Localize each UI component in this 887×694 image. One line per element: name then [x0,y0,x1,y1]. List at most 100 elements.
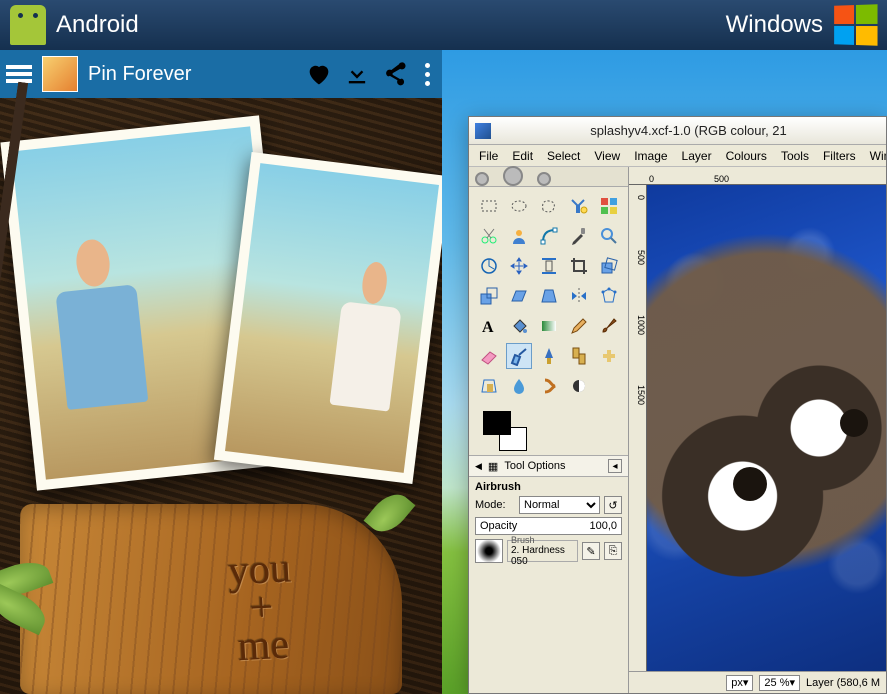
gimp-statusbar: px ▾ 25 % ▾ Layer (580,6 M [629,671,886,693]
brush-section-label: Brush [511,535,574,545]
ruler-tick: 1000 [629,315,646,335]
perspective-tool[interactable] [536,283,562,309]
rect-select-tool[interactable] [476,193,502,219]
ruler-horizontal: 0 500 [629,167,886,185]
ruler-tick: 500 [714,174,729,184]
app-avatar-icon[interactable] [42,56,78,92]
airbrush-tool[interactable] [506,343,532,369]
crop-tool[interactable] [566,253,592,279]
ink-tool[interactable] [536,343,562,369]
tool-options-label: Tool Options [504,460,565,472]
tool-options-body: Airbrush Mode: Normal ↺ Opacity 100,0 [469,477,628,567]
panel-menu-icon[interactable]: ◂ [608,459,622,473]
windows-logo-icon [834,4,877,46]
menu-filters[interactable]: Filters [817,147,862,165]
mode-select[interactable]: Normal [519,496,600,514]
move-tool[interactable] [506,253,532,279]
bucket-fill-tool[interactable] [506,313,532,339]
gimp-toolbox-panel: A [469,167,629,693]
wilber-eye-right [840,409,868,437]
android-content-view[interactable]: you + me [0,98,442,694]
ellipse-select-tool[interactable] [506,193,532,219]
menu-layer[interactable]: Layer [676,147,718,165]
mode-reset-icon[interactable]: ↺ [604,496,622,514]
windows-desktop-frame: splashyv4.xcf-1.0 (RGB colour, 21 File E… [442,50,887,694]
fg-color-swatch[interactable] [483,411,511,435]
tab-dot-icon[interactable] [503,166,523,186]
heal-tool[interactable] [596,343,622,369]
zoom-selector[interactable]: 25 % ▾ [759,675,800,691]
scale-tool[interactable] [476,283,502,309]
ruler-vertical: 0 500 1000 1500 [629,185,647,671]
paintbrush-tool[interactable] [596,313,622,339]
blur-tool[interactable] [506,373,532,399]
brush-name: 2. Hardness 050 [511,545,574,567]
zoom-tool[interactable] [596,223,622,249]
menu-image[interactable]: Image [628,147,673,165]
shear-tool[interactable] [506,283,532,309]
download-button[interactable] [343,60,371,88]
fuzzy-select-tool[interactable] [566,193,592,219]
toolbox-tabs [469,167,628,187]
color-picker-tool[interactable] [566,223,592,249]
rotate-tool[interactable] [596,253,622,279]
tab-dot-icon[interactable] [475,172,489,186]
opacity-label: Opacity [480,520,517,532]
brush-edit-icon[interactable]: ✎ [582,542,600,560]
text-tool[interactable]: A [476,313,502,339]
blend-tool[interactable] [536,313,562,339]
menu-icon[interactable] [6,65,32,83]
flip-tool[interactable] [566,283,592,309]
smudge-tool[interactable] [536,373,562,399]
unit-selector[interactable]: px ▾ [726,675,753,691]
brush-preview-icon[interactable] [475,539,503,563]
color-select-tool[interactable] [596,193,622,219]
color-swatch[interactable] [469,405,628,455]
clone-tool[interactable] [566,343,592,369]
menu-edit[interactable]: Edit [506,147,539,165]
gimp-titlebar[interactable]: splashyv4.xcf-1.0 (RGB colour, 21 [469,117,886,145]
gimp-canvas-area: 0 500 0 500 1000 1500 [629,167,886,693]
measure-tool[interactable] [476,253,502,279]
ruler-tick: 0 [629,195,646,200]
status-layer-info: Layer (580,6 M [806,677,880,689]
collapse-icon[interactable]: ◀ [475,461,482,472]
perspective-clone-tool[interactable] [476,373,502,399]
android-app-frame: Pin Forever you + me [0,50,442,694]
ruler-tick: 500 [629,250,646,265]
dodge-burn-tool[interactable] [566,373,592,399]
favorite-button[interactable] [305,60,333,88]
brush-selector[interactable]: Brush 2. Hardness 050 [507,540,578,562]
foreground-select-tool[interactable] [506,223,532,249]
svg-text:A: A [482,319,494,336]
overflow-menu-button[interactable] [419,63,436,86]
tool-options-tab-icon[interactable]: ▦ [488,460,498,473]
menu-select[interactable]: Select [541,147,586,165]
align-tool[interactable] [536,253,562,279]
share-button[interactable] [381,60,409,88]
polaroid-photo-right [214,152,442,484]
gimp-window: splashyv4.xcf-1.0 (RGB colour, 21 File E… [468,116,887,694]
menu-file[interactable]: File [473,147,504,165]
tab-dot-icon[interactable] [537,172,551,186]
cage-tool[interactable] [596,283,622,309]
android-header-title: Android [56,11,139,39]
opacity-slider[interactable]: Opacity 100,0 [475,517,622,535]
windows-header-title: Windows [726,11,823,39]
menu-colours[interactable]: Colours [720,147,773,165]
paths-tool[interactable] [536,223,562,249]
wilber-eye-left [733,467,767,501]
active-tool-name: Airbrush [475,481,622,493]
menu-tools[interactable]: Tools [775,147,815,165]
android-logo-icon [10,5,46,45]
eraser-tool[interactable] [476,343,502,369]
opacity-value: 100,0 [589,520,617,532]
menu-windows[interactable]: Windows [864,147,887,165]
gimp-canvas[interactable] [647,185,886,671]
scissors-select-tool[interactable] [476,223,502,249]
free-select-tool[interactable] [536,193,562,219]
brush-link-icon[interactable]: ⎘ [604,542,622,560]
menu-view[interactable]: View [588,147,626,165]
pencil-tool[interactable] [566,313,592,339]
gimp-menubar: File Edit Select View Image Layer Colour… [469,145,886,167]
